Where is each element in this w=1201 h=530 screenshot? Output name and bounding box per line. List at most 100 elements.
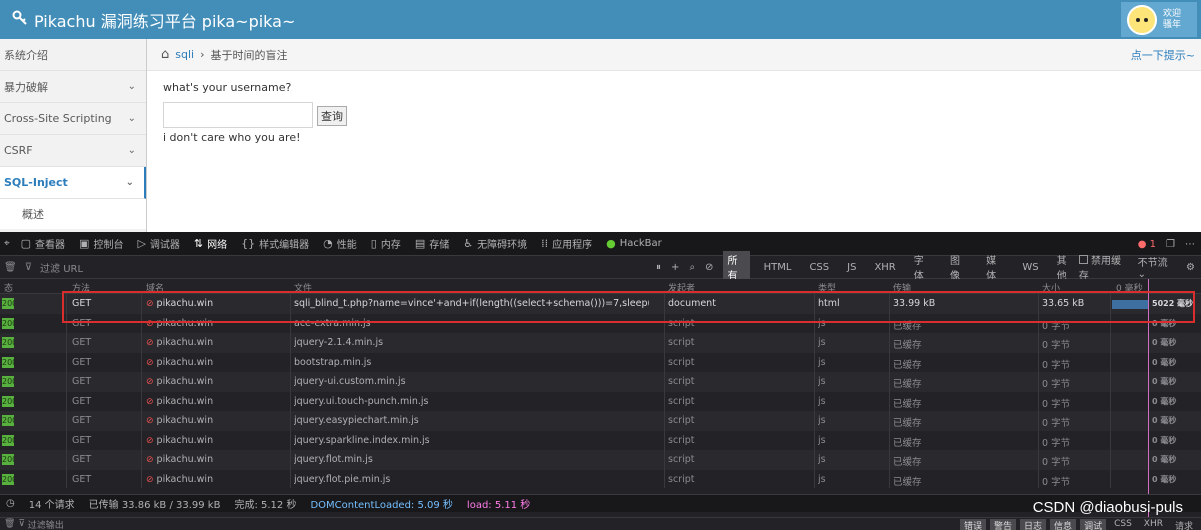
dock-icon[interactable]: ❐ — [1166, 239, 1175, 250]
user-name: 骚年 — [1163, 19, 1182, 30]
breadcrumb-link[interactable]: sqli — [175, 48, 194, 61]
console-level-error[interactable]: 错误 — [960, 519, 987, 530]
cell-time: 0 毫秒 — [1152, 357, 1177, 367]
filter-type-ws[interactable]: WS — [1018, 261, 1042, 274]
network-icon: ⇅ — [193, 237, 204, 250]
debugger-icon: ▷ — [137, 237, 146, 250]
filter-type-css[interactable]: CSS — [805, 261, 833, 274]
error-count[interactable]: ● 1 — [1138, 239, 1156, 250]
insecure-lock-icon: ⊘ — [146, 377, 154, 387]
sidebar-subitem-overview[interactable]: 概述 — [0, 199, 146, 229]
sidebar-item-label: 暴力破解 — [4, 80, 48, 94]
tab-label: 内存 — [380, 240, 401, 251]
console-filter-input[interactable]: 过滤输出 — [28, 518, 64, 530]
console-level-log[interactable]: 日志 — [1020, 519, 1047, 530]
disable-cache-checkbox[interactable]: 禁用缓存 — [1078, 252, 1130, 282]
gear-icon[interactable]: ⚙ — [1186, 262, 1195, 273]
trash-icon[interactable]: 🗑 — [4, 519, 15, 529]
pick-element-icon[interactable]: ⌖ — [0, 232, 14, 256]
throttle-select[interactable]: 不节流 ⌄ — [1138, 254, 1178, 280]
col-status[interactable]: 态 — [4, 281, 13, 294]
sidebar-item-label: 系统介绍 — [4, 48, 48, 62]
block-icon[interactable]: ⊘ — [705, 262, 713, 273]
accessibility-icon: ♿ — [463, 237, 474, 250]
table-row[interactable]: 200 GET ⊘pikachu.win jquery-2.1.4.min.js scr… — [0, 333, 1201, 353]
status-badge: 200 — [2, 434, 14, 446]
tab-label: 性能 — [336, 240, 357, 251]
filter-url-input[interactable]: 过滤 URL — [40, 260, 83, 275]
pause-icon[interactable]: ⏸ — [656, 262, 661, 273]
table-row[interactable]: 200 GET ⊘pikachu.win bootstrap.min.js script… — [0, 352, 1201, 372]
app-logo[interactable]: Pikachu 漏洞练习平台 pika~pika~ — [12, 8, 295, 32]
cell-method: GET — [72, 356, 92, 368]
throttle-value: 不节流 — [1137, 258, 1168, 269]
cell-file: jquery-ui.custom.min.js — [294, 376, 406, 387]
query-button[interactable]: 查询 — [317, 106, 347, 126]
breadcrumb-current: 基于时间的盲注 — [210, 48, 288, 62]
console-filter-xhr[interactable]: XHR — [1140, 519, 1167, 530]
more-icon[interactable]: ⋯ — [1185, 239, 1195, 250]
table-row[interactable]: 200 GET ⊘pikachu.win jquery.sparkline.index… — [0, 430, 1201, 450]
sidebar-item-intro[interactable]: 系统介绍 — [0, 39, 146, 71]
finish-time: 完成: 5.12 秒 — [234, 500, 297, 511]
insecure-lock-icon: ⊘ — [146, 338, 154, 348]
cell-initiator: script — [668, 376, 695, 387]
cell-time: 0 毫秒 — [1152, 377, 1177, 386]
table-row[interactable]: 200 GET ⊘pikachu.win jquery.ui.touch-punch.… — [0, 391, 1201, 411]
console-level-warn[interactable]: 警告 — [990, 519, 1017, 530]
column-divider — [1110, 294, 1111, 488]
cell-file: jquery.sparkline.index.min.js — [294, 434, 430, 446]
table-row[interactable]: 200 GET ⊘pikachu.win jquery-ui.custom.min.j… — [0, 372, 1201, 392]
table-row[interactable]: 200 GET ⊘pikachu.win jquery.easypiechart.mi… — [0, 411, 1201, 431]
tab-accessibility[interactable]: ♿ 无障碍环境 — [456, 232, 534, 256]
console-level-debug[interactable]: 调试 — [1080, 519, 1107, 530]
home-icon[interactable]: ⌂ — [161, 47, 169, 62]
chevron-down-icon: ⌄ — [127, 145, 136, 156]
table-row[interactable]: 200 GET ⊘pikachu.win jquery.flot.pie.min.js… — [0, 469, 1201, 489]
filter-type-html[interactable]: HTML — [760, 261, 796, 274]
tab-label: HackBar — [619, 238, 662, 249]
trash-icon[interactable]: 🗑 — [4, 262, 17, 273]
search-icon[interactable]: ⌕ — [689, 262, 695, 273]
breadcrumb-separator: › — [200, 48, 205, 61]
status-badge: 200 — [2, 415, 14, 426]
cell-size: 0 字节 — [1042, 340, 1071, 351]
sidebar-item-csrf[interactable]: CSRF ⌄ — [0, 135, 146, 167]
tab-performance[interactable]: ◔ 性能 — [316, 232, 364, 256]
error-count-value: 1 — [1149, 238, 1157, 250]
tab-console[interactable]: ▣ 控制台 — [72, 232, 130, 256]
plus-icon[interactable]: + — [671, 262, 679, 273]
status-badge: 200 — [2, 395, 14, 407]
cell-initiator: script — [668, 395, 695, 407]
user-menu[interactable]: 欢迎 骚年 — [1121, 2, 1197, 37]
sidebar-item-sqli[interactable]: SQL-Inject ⌄ — [0, 167, 146, 199]
network-request-list: 200GET⊘pikachu.winsqli_blind_t.php?name=… — [0, 294, 1201, 489]
tab-network[interactable]: ⇅ 网络 — [187, 232, 234, 256]
cell-time: 0 毫秒 — [1152, 416, 1177, 425]
console-filter-css[interactable]: CSS — [1110, 519, 1136, 530]
tab-memory[interactable]: ▯ 内存 — [364, 232, 408, 256]
tab-label: 查看器 — [35, 240, 66, 251]
tab-style-editor[interactable]: {} 样式编辑器 — [234, 232, 316, 256]
tab-application[interactable]: ⁞⁞ 应用程序 — [534, 232, 599, 256]
tab-inspector[interactable]: ▢ 查看器 — [14, 232, 72, 256]
table-row[interactable]: 200 GET ⊘pikachu.win jquery.flot.min.js scri… — [0, 450, 1201, 470]
column-divider — [66, 294, 67, 488]
username-input[interactable] — [163, 102, 313, 128]
sidebar-item-bruteforce[interactable]: 暴力破解 ⌄ — [0, 71, 146, 103]
username-label: what's your username? — [163, 81, 292, 94]
tab-storage[interactable]: ▤ 存储 — [408, 232, 456, 256]
filter-type-xhr[interactable]: XHR — [870, 261, 899, 274]
cell-transferred: 已缓存 — [893, 379, 922, 390]
tab-debugger[interactable]: ▷ 调试器 — [130, 232, 186, 256]
console-level-info[interactable]: 信息 — [1050, 519, 1077, 530]
console-filter-requests[interactable]: 请求 — [1171, 519, 1197, 530]
insecure-lock-icon: ⊘ — [146, 396, 154, 407]
filter-type-js[interactable]: JS — [843, 261, 860, 274]
console-level-filters: 错误 警告 日志 信息 调试 CSS XHR 请求 — [960, 519, 1197, 530]
cell-size: 0 字节 — [1042, 437, 1071, 449]
chevron-down-icon: ⌄ — [125, 177, 134, 188]
status-badge: 200 — [2, 454, 14, 465]
sidebar-item-xss[interactable]: Cross-Site Scripting ⌄ — [0, 103, 146, 135]
hint-link[interactable]: 点一下提示~ — [1131, 47, 1195, 63]
